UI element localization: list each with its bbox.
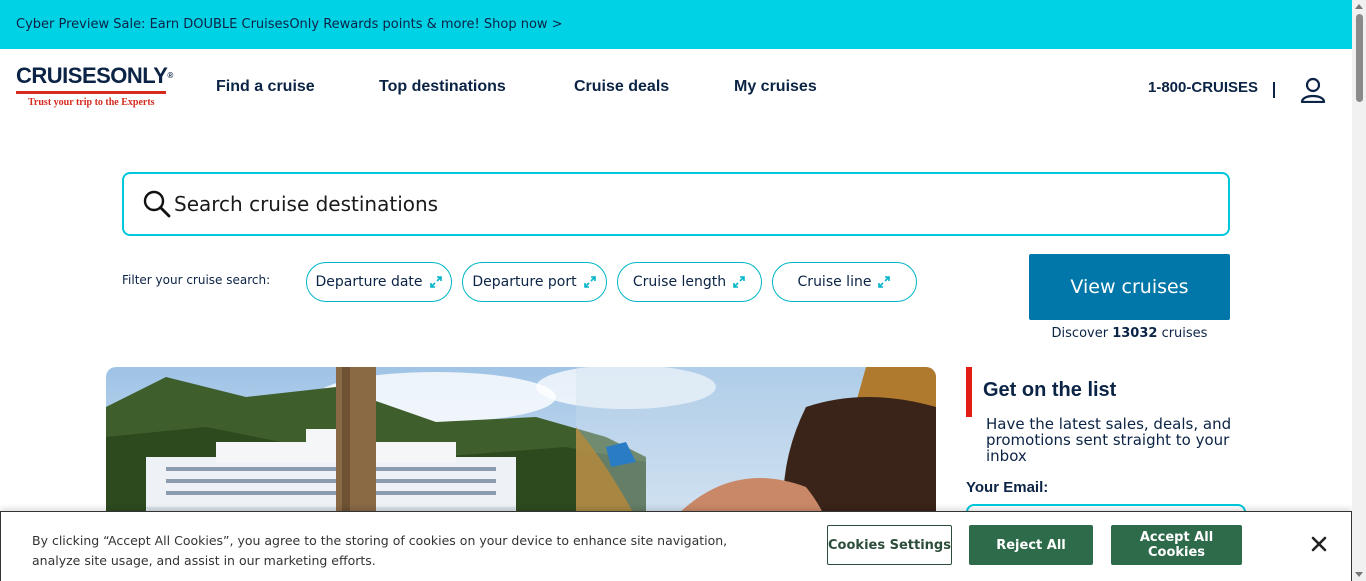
scroll-up-icon[interactable] bbox=[1355, 4, 1363, 9]
chip-label: Departure date bbox=[315, 274, 423, 290]
promo-text[interactable]: Cyber Preview Sale: Earn DOUBLE CruisesO… bbox=[16, 17, 563, 32]
newsletter-accent-bar bbox=[966, 367, 972, 417]
user-icon[interactable] bbox=[1300, 77, 1326, 103]
email-label: Your Email: bbox=[966, 479, 1049, 496]
newsletter-title: Get on the list bbox=[983, 379, 1117, 401]
expand-icon bbox=[583, 276, 596, 288]
chip-label: Departure port bbox=[472, 274, 577, 290]
filter-label: Filter your cruise search: bbox=[122, 273, 271, 287]
page-scrollbar[interactable] bbox=[1352, 0, 1366, 581]
promo-banner[interactable]: Cyber Preview Sale: Earn DOUBLE CruisesO… bbox=[0, 0, 1352, 49]
nav-top-destinations[interactable]: Top destinations bbox=[379, 78, 506, 96]
logo-underline bbox=[16, 91, 166, 94]
cookies-settings-button[interactable]: Cookies Settings bbox=[827, 525, 952, 565]
scroll-down-icon[interactable] bbox=[1355, 572, 1363, 577]
nav-cruise-deals[interactable]: Cruise deals bbox=[574, 78, 669, 96]
close-icon[interactable] bbox=[1309, 534, 1329, 554]
phone-number[interactable]: 1-800-CRUISES bbox=[1148, 79, 1258, 96]
filter-departure-date[interactable]: Departure date bbox=[306, 262, 452, 302]
page: Cyber Preview Sale: Earn DOUBLE CruisesO… bbox=[0, 0, 1366, 581]
logo-wordmark: CRUISESONLY® bbox=[16, 63, 173, 88]
cruise-count: 13032 bbox=[1112, 326, 1158, 341]
filter-cruise-length[interactable]: Cruise length bbox=[617, 262, 762, 302]
chip-label: Cruise line bbox=[797, 274, 872, 290]
cookie-text: By clicking “Accept All Cookies”, you ag… bbox=[32, 533, 728, 568]
logo[interactable]: CRUISESONLY® Trust your trip to the Expe… bbox=[16, 64, 182, 108]
filter-departure-port[interactable]: Departure port bbox=[462, 262, 607, 302]
nav-my-cruises[interactable]: My cruises bbox=[734, 78, 817, 96]
chip-label: Cruise length bbox=[632, 274, 727, 290]
newsletter-subtitle: Have the latest sales, deals, and promot… bbox=[986, 415, 1232, 465]
logo-tagline: Trust your trip to the Experts bbox=[28, 97, 155, 108]
expand-icon bbox=[878, 276, 891, 288]
header-divider bbox=[1273, 82, 1275, 98]
filter-cruise-line[interactable]: Cruise line bbox=[772, 262, 917, 302]
cookie-banner: By clicking “Accept All Cookies”, you ag… bbox=[0, 511, 1352, 581]
view-cruises-button[interactable]: View cruises bbox=[1029, 254, 1230, 320]
scrollbar-thumb[interactable] bbox=[1356, 14, 1363, 102]
expand-icon bbox=[429, 276, 442, 288]
search-box[interactable] bbox=[122, 172, 1230, 236]
expand-icon bbox=[733, 276, 745, 288]
search-icon bbox=[143, 190, 171, 218]
discover-count: Discover 13032 cruises bbox=[1051, 326, 1208, 341]
nav-find-a-cruise[interactable]: Find a cruise bbox=[216, 78, 315, 96]
reject-all-button[interactable]: Reject All bbox=[969, 525, 1093, 565]
accept-all-cookies-button[interactable]: Accept All Cookies bbox=[1111, 525, 1242, 565]
search-input[interactable] bbox=[174, 186, 1214, 222]
